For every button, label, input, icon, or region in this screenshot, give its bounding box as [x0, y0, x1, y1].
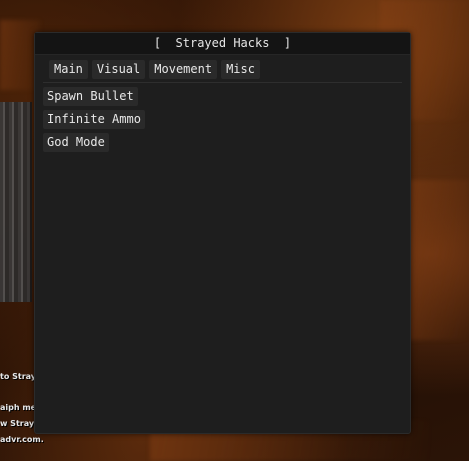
- spawn-bullet-button[interactable]: Spawn Bullet: [43, 87, 138, 106]
- background-message-line: advr.com.: [0, 435, 44, 444]
- god-mode-button[interactable]: God Mode: [43, 133, 109, 152]
- infinite-ammo-button[interactable]: Infinite Ammo: [43, 110, 145, 129]
- tab-visual[interactable]: Visual: [91, 60, 146, 79]
- metal-wall-panel: [0, 102, 32, 302]
- tab-misc[interactable]: Misc: [221, 60, 260, 79]
- cheat-menu-window[interactable]: [ Strayed Hacks ] Main Visual Movement M…: [34, 32, 411, 434]
- cave-rock-texture: [405, 180, 469, 340]
- tab-main[interactable]: Main: [49, 60, 88, 79]
- tab-separator: [43, 82, 402, 83]
- game-scene: to Stray aiph mea w Straye advr.com. [ S…: [0, 0, 469, 461]
- option-list: Spawn Bullet Infinite Ammo God Mode: [43, 87, 145, 152]
- window-title[interactable]: [ Strayed Hacks ]: [35, 33, 410, 55]
- tab-movement[interactable]: Movement: [149, 60, 218, 79]
- tab-bar: Main Visual Movement Misc: [49, 60, 260, 79]
- background-message-line: to Stray: [0, 372, 37, 381]
